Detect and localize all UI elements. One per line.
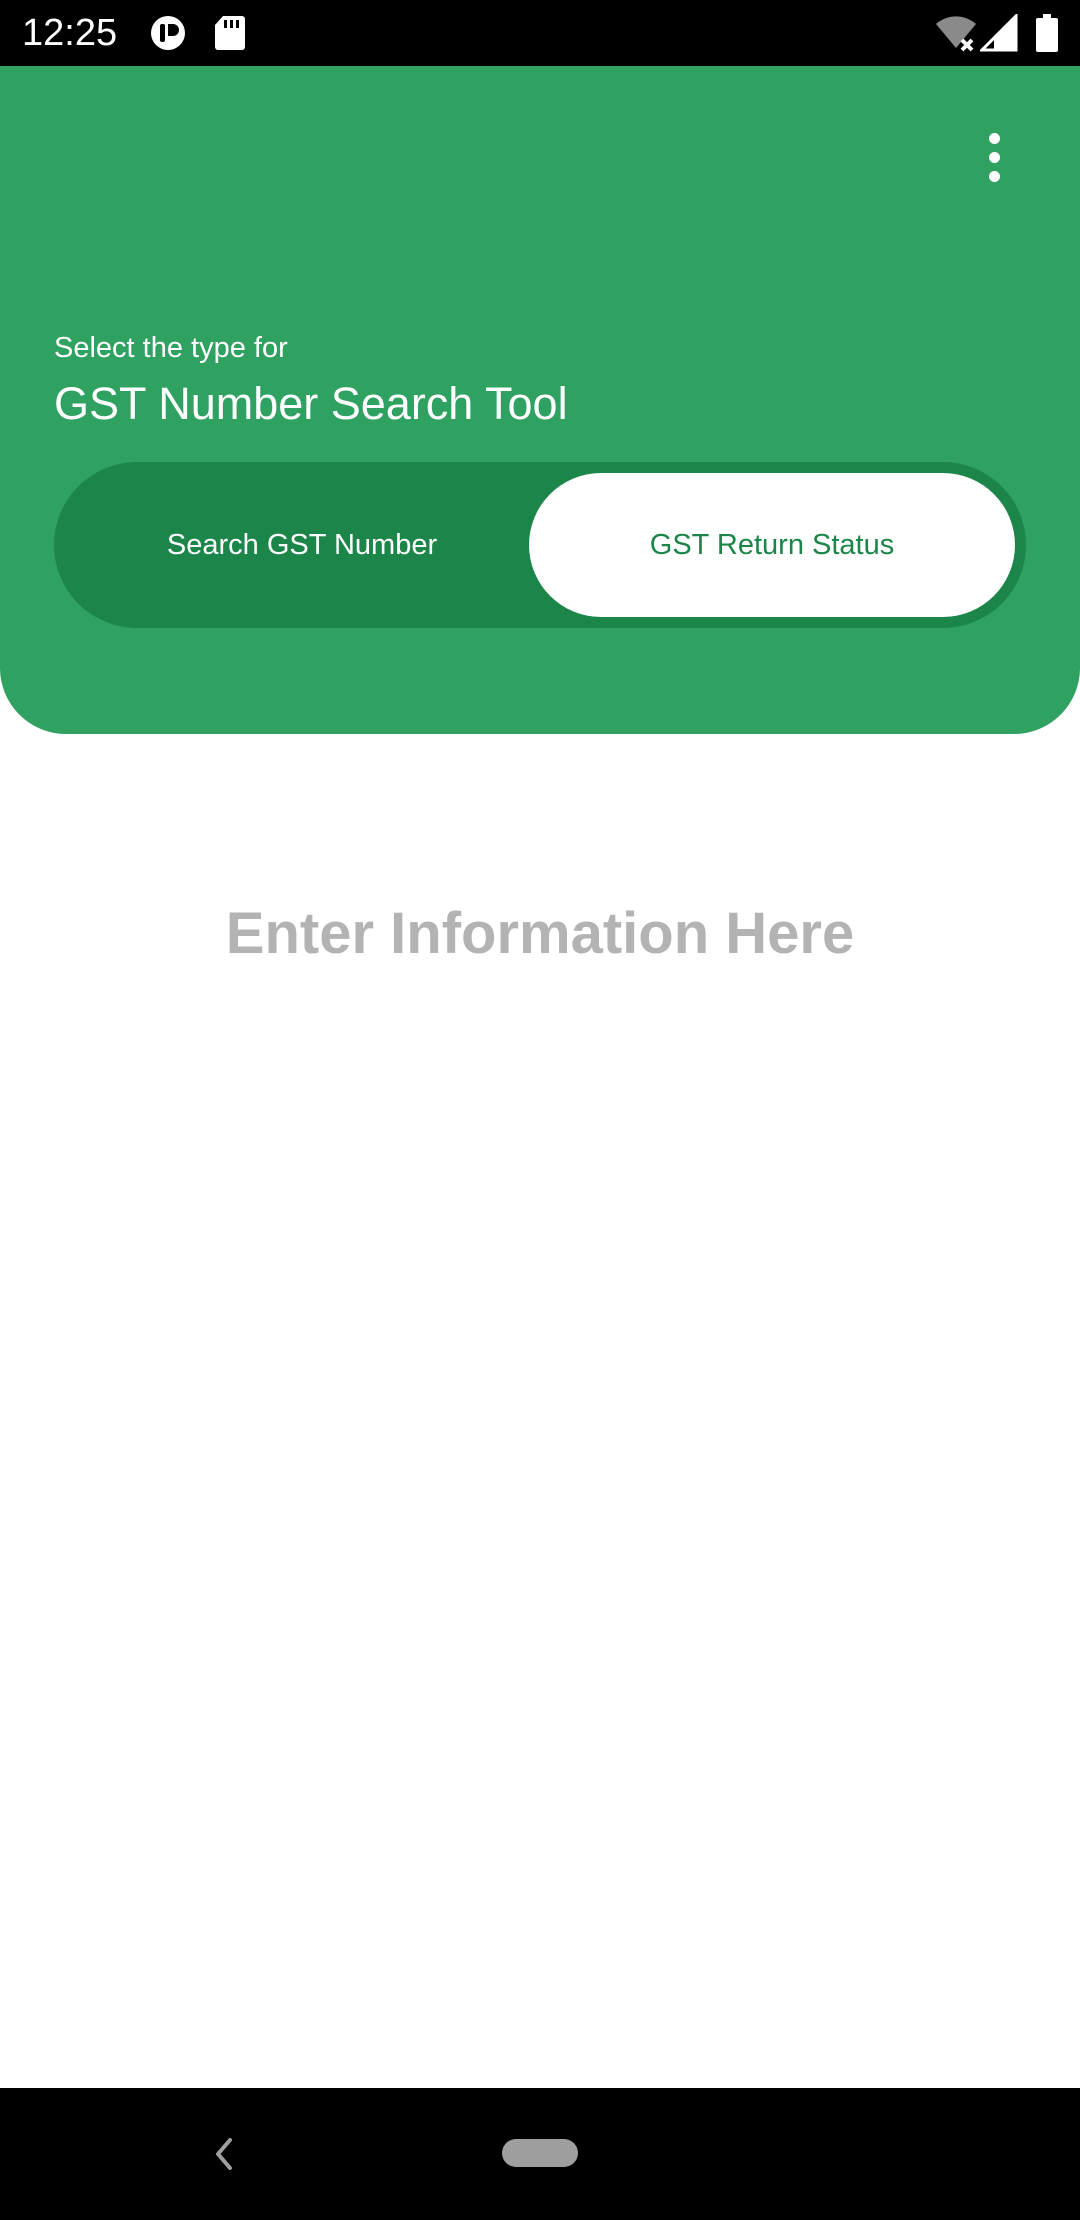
battery-icon — [1036, 14, 1058, 52]
menu-dot — [988, 170, 1000, 182]
more-vert-icon[interactable] — [966, 112, 1022, 202]
header: Select the type for GST Number Search To… — [0, 66, 1080, 734]
app-notification-icon — [151, 16, 185, 50]
search-type-toggle: Search GST Number GST Return Status — [54, 462, 1026, 628]
status-bar: 12:25 — [0, 0, 1080, 66]
toggle-search-gst-number[interactable]: Search GST Number — [54, 462, 550, 628]
status-time: 12:25 — [22, 12, 118, 54]
toggle-gst-return-status[interactable]: GST Return Status — [529, 473, 1015, 617]
page-title: GST Number Search Tool — [54, 378, 568, 429]
empty-state-hint: Enter Information Here — [225, 901, 855, 966]
menu-dot — [988, 132, 1000, 144]
home-pill-icon[interactable] — [502, 2139, 578, 2167]
back-icon[interactable] — [206, 2130, 242, 2178]
wifi-off-icon — [936, 16, 976, 52]
menu-dot — [988, 151, 1000, 163]
signal-icon — [980, 14, 1018, 52]
navigation-bar — [0, 2088, 1080, 2220]
sd-card-icon — [215, 16, 245, 50]
header-subtitle: Select the type for — [54, 332, 288, 364]
app-screen: 12:25 Select the type for GST Number Sea… — [0, 0, 1080, 2220]
